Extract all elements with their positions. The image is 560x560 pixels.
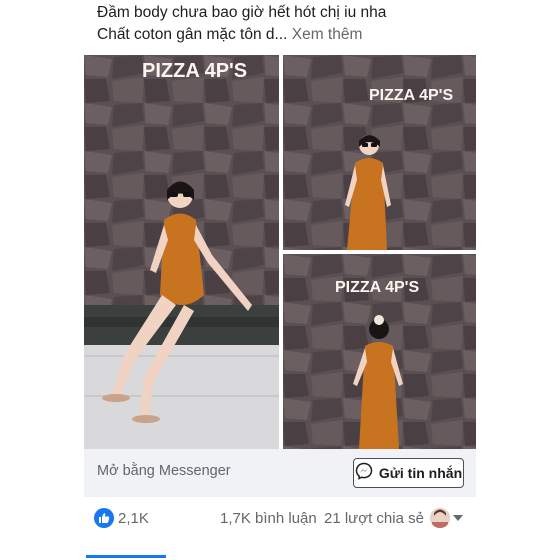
like-reaction-icon[interactable] bbox=[94, 508, 114, 528]
post-stats: 2,1K 1,7K bình luận 21 lượt chia sẻ bbox=[84, 505, 476, 535]
share-count[interactable]: 21 lượt chia sẻ bbox=[324, 510, 424, 527]
photo-bottom-right[interactable]: PIZZA 4P'S bbox=[283, 254, 476, 449]
caption-text: Chất coton gân mặc tôn d... bbox=[97, 26, 288, 43]
sign-text-main: PIZZA 4P'S bbox=[142, 60, 247, 82]
like-count[interactable]: 2,1K bbox=[118, 510, 149, 527]
messenger-bar: Mở bằng Messenger Gửi tin nhắn bbox=[84, 449, 476, 497]
see-more-link[interactable]: Xem thêm bbox=[292, 26, 363, 43]
send-message-label: Gửi tin nhắn bbox=[378, 465, 463, 481]
photo-main[interactable]: PIZZA 4P'S bbox=[84, 55, 279, 449]
sign-text-bottom-right: PIZZA 4P'S bbox=[335, 279, 419, 296]
messenger-icon bbox=[355, 462, 373, 485]
chevron-down-icon[interactable] bbox=[453, 515, 463, 521]
send-message-button[interactable]: Gửi tin nhắn bbox=[353, 458, 464, 488]
post-caption: Đầm body chưa bao giờ hết hót chị iu nha… bbox=[97, 2, 497, 46]
open-messenger-link[interactable]: Mở bằng Messenger bbox=[97, 463, 231, 479]
caption-line-1: Đầm body chưa bao giờ hết hót chị iu nha bbox=[97, 4, 387, 21]
action-bar bbox=[84, 545, 476, 560]
photo-grid: PIZZA 4P'S PIZZA 4P'S PIZZA 4P'S bbox=[84, 55, 476, 449]
comment-count[interactable]: 1,7K bình luận bbox=[220, 510, 317, 527]
avatar[interactable] bbox=[430, 508, 450, 528]
active-indicator bbox=[86, 555, 166, 558]
sign-text-top-right: PIZZA 4P'S bbox=[369, 87, 453, 104]
caption-line-2: Chất coton gân mặc tôn d... Xem thêm bbox=[97, 24, 497, 46]
photo-top-right[interactable]: PIZZA 4P'S bbox=[283, 55, 476, 250]
